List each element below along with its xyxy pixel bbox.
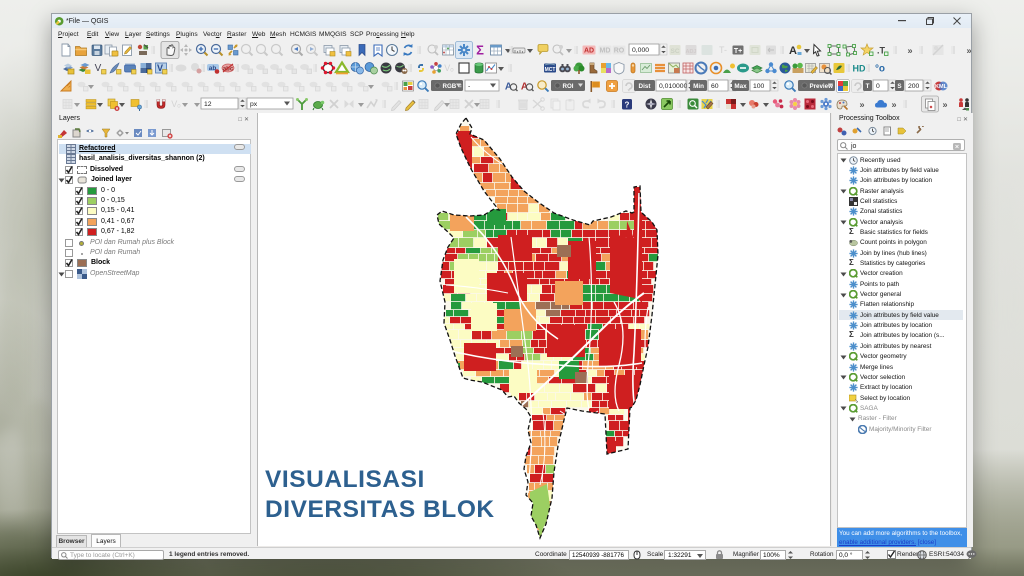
svg-text:S: S (897, 83, 901, 90)
svg-text:0,000: 0,000 (632, 47, 649, 54)
svg-text:Vₒ: Vₒ (171, 99, 181, 109)
svg-text:»: » (942, 100, 947, 110)
svg-text:Dist: Dist (639, 83, 652, 90)
svg-text:Σ: Σ (476, 43, 484, 58)
svg-text:AD: AD (584, 48, 594, 55)
svg-text:ADJ: ADJ (685, 49, 696, 55)
svg-text:V: V (157, 63, 163, 73)
svg-text:°o: °o (875, 64, 885, 75)
svg-text:Max: Max (734, 83, 747, 90)
svg-text:RO: RO (614, 48, 625, 55)
svg-text:»: » (907, 46, 912, 56)
svg-text:KML: KML (935, 84, 948, 90)
svg-text:T: T (866, 83, 870, 90)
svg-text:T+: T+ (734, 48, 742, 55)
svg-text:12: 12 (204, 101, 212, 108)
svg-text:»: » (891, 100, 896, 110)
svg-text:0: 0 (876, 83, 880, 90)
svg-text:Min: Min (693, 83, 704, 90)
svg-text:?: ? (625, 101, 630, 110)
svg-text:MCT: MCT (545, 67, 556, 73)
svg-text:100: 100 (753, 83, 765, 90)
svg-text:px: px (250, 101, 258, 108)
svg-text:SC: SC (670, 48, 679, 55)
svg-text:A: A (505, 82, 512, 93)
svg-text:60: 60 (711, 83, 719, 90)
svg-text:T-: T- (719, 45, 727, 55)
svg-text:Vₒ: Vₒ (444, 63, 454, 73)
svg-text:-: - (468, 83, 470, 90)
svg-text:200: 200 (908, 83, 920, 90)
svg-text:HD: HD (853, 64, 866, 74)
svg-text:MD: MD (600, 48, 611, 55)
svg-text:A: A (521, 82, 528, 93)
svg-text:»: » (966, 46, 971, 56)
svg-text:A: A (789, 45, 797, 57)
svg-text:ROI: ROI (563, 83, 574, 90)
svg-text:0,010000: 0,010000 (659, 83, 688, 90)
svg-text:V: V (95, 63, 102, 74)
svg-text:»: » (859, 100, 864, 110)
